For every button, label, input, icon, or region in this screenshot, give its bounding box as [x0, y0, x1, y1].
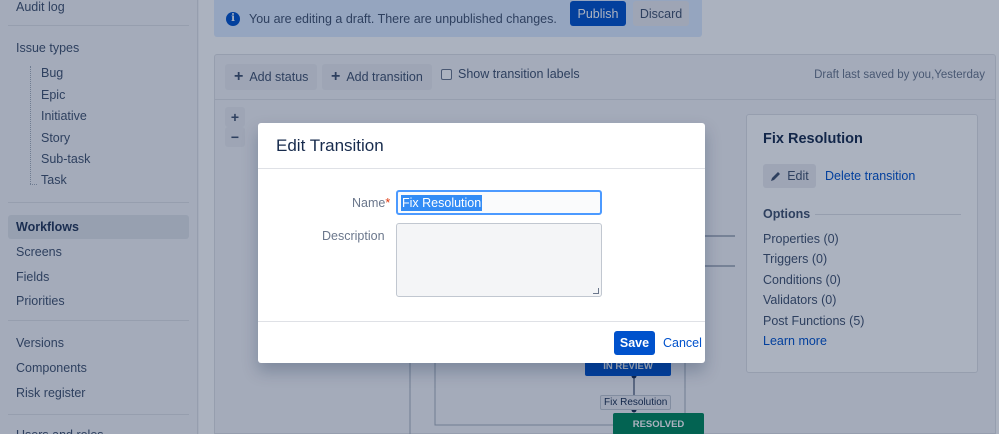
- save-button[interactable]: Save: [614, 331, 655, 355]
- edit-transition-dialog: Edit Transition Name* Fix Resolution Des…: [258, 123, 705, 363]
- description-field[interactable]: [396, 223, 602, 297]
- dialog-header-divider: [258, 168, 705, 169]
- name-field[interactable]: Fix Resolution: [396, 190, 602, 215]
- name-label-text: Name: [352, 196, 386, 210]
- dialog-title: Edit Transition: [276, 136, 384, 155]
- description-label: Description: [322, 229, 385, 243]
- name-label: Name*: [352, 196, 390, 210]
- dialog-footer-divider: [258, 321, 705, 322]
- name-field-value: Fix Resolution: [401, 195, 483, 211]
- resize-handle-icon[interactable]: [593, 288, 599, 294]
- cancel-button[interactable]: Cancel: [663, 336, 702, 350]
- required-marker: *: [385, 196, 391, 210]
